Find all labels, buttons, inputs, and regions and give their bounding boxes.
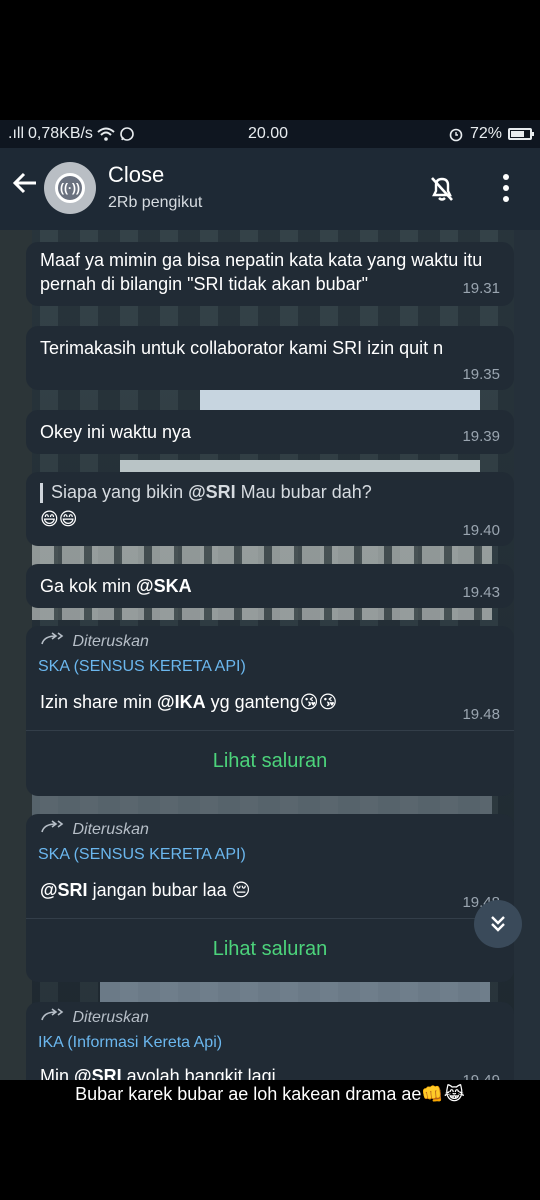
divider xyxy=(26,730,514,731)
message-time: 19.35 xyxy=(462,366,500,383)
mention-link[interactable]: @SRI xyxy=(74,1066,122,1080)
message-time: 19.43 xyxy=(462,584,500,601)
channel-logo-icon: ((·)) xyxy=(55,173,85,203)
divider xyxy=(26,918,514,919)
double-chevron-down-icon xyxy=(491,916,505,932)
message-bubble[interactable]: Siapa yang bikin @SRI Mau bubar dah? 😄😄 … xyxy=(26,472,514,546)
back-arrow-icon[interactable] xyxy=(8,168,42,208)
status-right: 72% xyxy=(448,125,534,143)
mention-link[interactable]: @SRI xyxy=(40,880,88,900)
quote-bar xyxy=(40,483,43,504)
network-speed: 0,78KB/s xyxy=(28,125,93,142)
forward-source[interactable]: IKA (Informasi Kereta Api) xyxy=(38,1034,222,1052)
message-time: 19.40 xyxy=(462,522,500,539)
scroll-down-button[interactable] xyxy=(474,900,522,948)
caption-text: Bubar karek bubar ae loh kakean drama ae… xyxy=(75,1084,465,1104)
wifi-icon xyxy=(97,127,115,141)
forwarded-message[interactable]: Diteruskan SKA (SENSUS KERETA API) @SRI … xyxy=(26,814,514,982)
chat-header: ((·)) Close 2Rb pengikut xyxy=(0,148,540,230)
message-text: Izin share min @IKA yg ganteng😘😘 xyxy=(40,692,338,713)
forward-source[interactable]: SKA (SENSUS KERETA API) xyxy=(38,658,246,676)
status-time: 20.00 xyxy=(248,125,289,142)
message-bubble[interactable]: Terimakasih untuk collaborator kami SRI … xyxy=(26,326,514,390)
message-bubble[interactable]: Ga kok min @SKA 19.43 xyxy=(26,564,514,608)
forwarded-message[interactable]: Diteruskan IKA (Informasi Kereta Api) Mi… xyxy=(26,1002,514,1080)
forwarded-label: Diteruskan xyxy=(40,632,149,651)
forwarded-label: Diteruskan xyxy=(40,820,149,839)
battery-percent: 72% xyxy=(469,125,502,142)
screen: .ıll 0,78KB/s 20.00 72% ((·)) Close 2Rb … xyxy=(0,120,540,1080)
mention-link[interactable]: @SRI xyxy=(188,482,236,502)
mention-link[interactable]: @IKA xyxy=(157,692,206,712)
message-text: Maaf ya mimin ga bisa nepatin kata kata … xyxy=(40,250,483,294)
message-time: 19.48 xyxy=(462,706,500,723)
forwarded-message[interactable]: Diteruskan SKA (SENSUS KERETA API) Izin … xyxy=(26,626,514,796)
forwarded-label: Diteruskan xyxy=(40,1008,149,1027)
forward-arrow-icon xyxy=(41,632,64,645)
status-bar: .ıll 0,78KB/s 20.00 72% xyxy=(0,120,540,148)
more-options-icon[interactable] xyxy=(496,170,516,206)
forward-source[interactable]: SKA (SENSUS KERETA API) xyxy=(38,846,246,864)
mention-link[interactable]: @SKA xyxy=(136,576,192,596)
bell-off-icon[interactable] xyxy=(424,170,460,206)
message-text: Min @SRI ayolah bangkit lagi xyxy=(40,1064,276,1080)
chat-area[interactable]: Maaf ya mimin ga bisa nepatin kata kata … xyxy=(0,230,540,1080)
message-bubble[interactable]: Okey ini waktu nya 19.39 xyxy=(26,410,514,454)
message-text: Siapa yang bikin @SRI Mau bubar dah? xyxy=(40,480,372,504)
message-bubble[interactable]: Maaf ya mimin ga bisa nepatin kata kata … xyxy=(26,242,514,306)
message-text: @SRI jangan bubar laa 😔 xyxy=(40,880,251,901)
view-channel-button[interactable]: Lihat saluran xyxy=(26,750,514,773)
battery-icon xyxy=(508,128,534,140)
channel-avatar[interactable]: ((·)) xyxy=(44,162,96,214)
message-text: Ga kok min @SKA xyxy=(40,576,192,596)
battery-fill xyxy=(511,131,524,137)
message-time: 19.39 xyxy=(462,428,500,445)
emoji-text: 😄😄 xyxy=(40,509,78,530)
alarm-icon xyxy=(449,128,463,142)
channel-title[interactable]: Close xyxy=(108,162,164,188)
forward-arrow-icon xyxy=(41,820,64,833)
message-time: 19.49 xyxy=(462,1072,500,1080)
follower-count: 2Rb pengikut xyxy=(108,194,203,211)
wallpaper-right xyxy=(514,230,540,1080)
message-text: Terimakasih untuk collaborator kami SRI … xyxy=(40,338,444,358)
signal-icon: .ıll xyxy=(8,125,24,142)
message-text: Okey ini waktu nya xyxy=(40,422,192,442)
forward-arrow-icon xyxy=(41,1008,64,1021)
whatsapp-icon xyxy=(120,127,134,141)
view-channel-button[interactable]: Lihat saluran xyxy=(26,938,514,961)
message-time: 19.31 xyxy=(462,280,500,297)
status-left: .ıll 0,78KB/s xyxy=(8,125,135,143)
